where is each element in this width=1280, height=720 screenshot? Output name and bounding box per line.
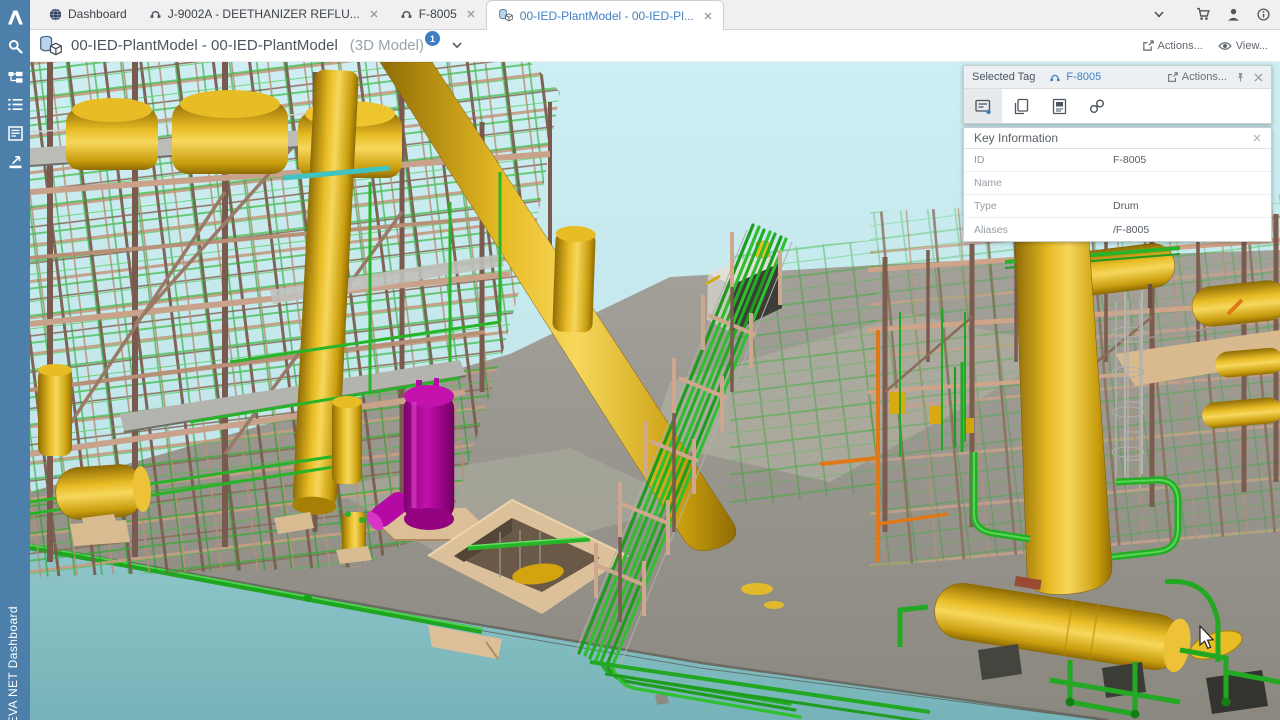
title-chevron-down-icon[interactable] <box>452 42 462 49</box>
actions-icon <box>1167 72 1178 83</box>
tab-dashboard[interactable]: Dashboard <box>38 0 138 29</box>
details-tool[interactable] <box>964 89 1002 123</box>
key-info-row: Type Drum <box>964 195 1271 218</box>
key-info-row: Name <box>964 172 1271 195</box>
aveva-logo-icon[interactable] <box>0 3 30 32</box>
view-button[interactable]: View... <box>1218 40 1268 52</box>
tab-close-icon[interactable] <box>370 10 378 18</box>
tag-link[interactable]: F-8005 <box>1066 71 1101 83</box>
datasheet-tool[interactable] <box>1040 89 1078 123</box>
selected-tag-panel-header[interactable]: Selected Tag F-8005 Actions... <box>964 66 1271 89</box>
key-information-close-icon[interactable] <box>1253 134 1261 142</box>
export-icon[interactable] <box>0 148 30 177</box>
key-information-title: Key Information <box>974 131 1058 145</box>
key-info-row: ID F-8005 <box>964 149 1271 172</box>
tab-label: F-8005 <box>419 7 457 21</box>
tab-close-icon[interactable] <box>704 12 712 20</box>
list-icon[interactable] <box>0 90 30 119</box>
links-tool[interactable] <box>1078 89 1116 123</box>
panel-actions-button[interactable]: Actions... <box>1167 71 1227 83</box>
page-subtitle: (3D Model) <box>350 37 424 54</box>
info-icon[interactable] <box>1248 0 1278 29</box>
documents-tool[interactable] <box>1002 89 1040 123</box>
actions-icon <box>1142 40 1154 52</box>
sidebar-footer-text: AVEVA NET Dashboard <box>6 606 20 720</box>
search-icon[interactable] <box>0 32 30 61</box>
tab-f8005[interactable]: F-8005 <box>389 0 486 29</box>
tag-icon <box>400 8 413 20</box>
tab-plantmodel-active[interactable]: 00-IED-PlantModel - 00-IED-Pl... <box>486 0 724 30</box>
cart-icon[interactable] <box>1188 0 1218 29</box>
3d-model-icon <box>38 34 64 58</box>
user-icon[interactable] <box>1218 0 1248 29</box>
selected-tag-toolbar <box>964 89 1271 123</box>
actions-button[interactable]: Actions... <box>1142 40 1203 52</box>
globe-icon <box>49 8 62 21</box>
tab-j9002a[interactable]: J-9002A - DEETHANIZER REFLU... <box>138 0 389 29</box>
panel-title: Selected Tag <box>972 71 1035 83</box>
count-badge: 1 <box>425 31 440 46</box>
3d-model-icon <box>498 8 514 23</box>
tab-label: J-9002A - DEETHANIZER REFLU... <box>168 7 360 21</box>
tab-bar: Dashboard J-9002A - DEETHANIZER REFLU...… <box>30 0 1280 30</box>
page-title: 00-IED-PlantModel - 00-IED-PlantModel <box>71 37 338 54</box>
tab-close-icon[interactable] <box>467 10 475 18</box>
panel-close-icon[interactable] <box>1254 73 1263 82</box>
report-icon[interactable] <box>0 119 30 148</box>
selected-tag-panel: Selected Tag F-8005 Actions... <box>963 65 1272 124</box>
tabbar-right-controls <box>1144 0 1280 29</box>
3d-viewport[interactable]: Selected Tag F-8005 Actions... <box>30 62 1280 720</box>
tab-overflow-chevron-icon[interactable] <box>1144 0 1174 29</box>
tag-icon <box>1049 72 1061 83</box>
app-sidebar: AVEVA NET Dashboard <box>0 0 30 720</box>
key-info-row: Aliases /F-8005 <box>964 218 1271 241</box>
eye-icon <box>1218 41 1232 51</box>
key-information-panel: Key Information ID F-8005 Name Type Drum… <box>963 127 1272 242</box>
tab-label: Dashboard <box>68 7 127 21</box>
asset-hierarchy-icon[interactable] <box>0 61 30 90</box>
pin-icon[interactable] <box>1236 72 1245 82</box>
tab-label: 00-IED-PlantModel - 00-IED-Pl... <box>520 9 694 23</box>
tag-icon <box>149 8 162 20</box>
title-bar: 00-IED-PlantModel - 00-IED-PlantModel (3… <box>30 30 1280 62</box>
app-window: AVEVA NET Dashboard Dashboard J-9002A - … <box>0 0 1280 720</box>
